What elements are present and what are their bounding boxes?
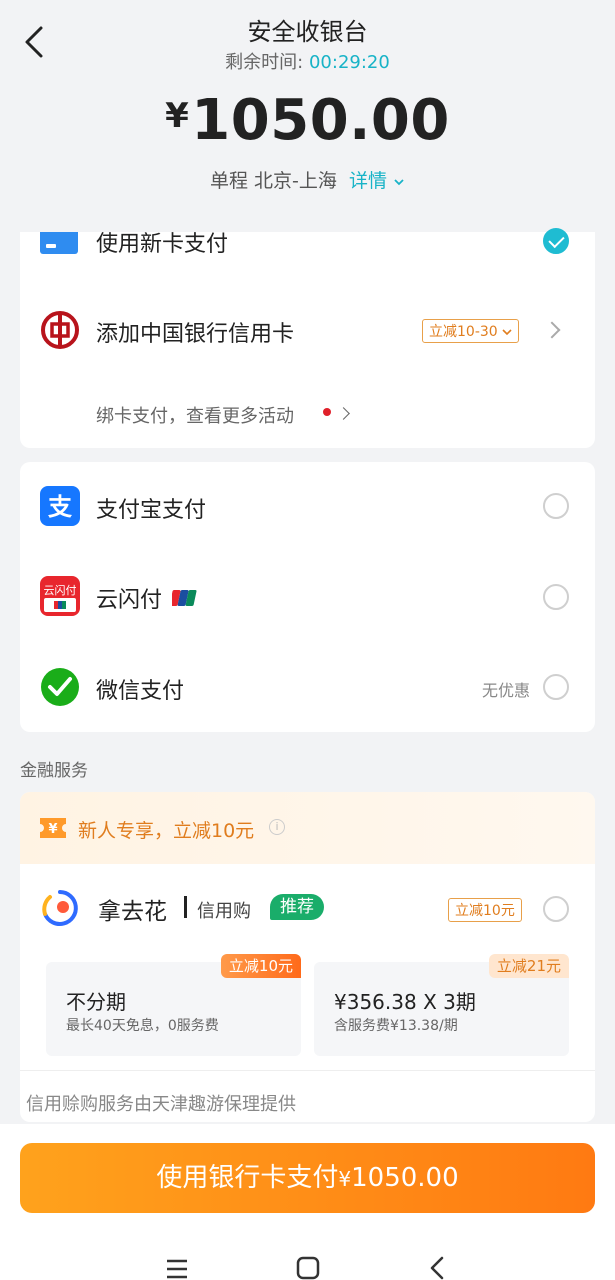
plan-discount-badge: 立减10元 [220, 954, 301, 978]
chevron-down-icon [394, 179, 404, 186]
third-party-payment-section: 支 支付宝支付 云闪付 云闪付 微信支付 无优惠 [20, 462, 595, 732]
trip-type: 单程 [209, 170, 248, 192]
pay-button[interactable]: 使用银行卡支付¥1050.00 [20, 1143, 595, 1213]
credit-promo-tag: 立减10元 [448, 898, 522, 922]
detail-label: 详情 [348, 170, 387, 192]
pay-button-currency: ¥ [338, 1167, 352, 1191]
credit-radio[interactable] [543, 896, 569, 922]
timer-value: 00:29:20 [308, 52, 390, 73]
alipay-icon: 支 [40, 486, 80, 526]
title-divider [184, 896, 187, 918]
chevron-down-icon [502, 329, 512, 336]
plan-title: 不分期 [66, 990, 126, 1014]
plan-subtitle: 含服务费¥13.38/期 [334, 1018, 458, 1034]
installment-plan-option[interactable]: 立减21元 ¥356.38 X 3期 含服务费¥13.38/期 [314, 954, 569, 1056]
countdown-timer: 剩余时间: 00:29:20 [0, 48, 615, 74]
quickpass-icon: 云闪付 [40, 576, 80, 616]
trip-summary: 单程 北京-上海 详情 [0, 166, 615, 193]
boc-card-label: 添加中国银行信用卡 [96, 322, 295, 347]
payment-option-label: 支付宝支付 [96, 498, 207, 523]
payment-option-label: 微信支付 [96, 679, 185, 704]
bank-card-section: 使用新卡支付 添加中国银行信用卡 立减10-30 绑卡支付，查看更多活动 [20, 228, 595, 448]
back-icon[interactable] [418, 1254, 458, 1280]
amount-currency: ¥ [165, 96, 190, 136]
payment-option-label: 云闪付 [96, 588, 163, 613]
new-card-radio[interactable] [543, 228, 569, 254]
payment-amount: ¥1050.00 [0, 88, 615, 153]
bank-card-icon [40, 232, 78, 254]
alipay-radio[interactable] [543, 493, 569, 519]
divider [20, 1070, 595, 1071]
plan-discount-badge: 立减21元 [488, 954, 569, 978]
wechat-radio[interactable] [543, 674, 569, 700]
info-icon[interactable]: i [269, 819, 285, 835]
provider-note: 信用赊购服务由天津趣游保理提供 [26, 1094, 296, 1115]
pay-button-amount: 1050.00 [351, 1163, 459, 1193]
bind-card-label: 绑卡支付，查看更多活动 [96, 406, 294, 427]
coupon-icon: ¥ [40, 818, 66, 838]
installment-plan-option[interactable]: 立减10元 不分期 最长40天免息，0服务费 [46, 954, 301, 1056]
unionpay-logo-icon [172, 590, 197, 606]
bottom-pay-bar: 使用银行卡支付¥1050.00 [0, 1124, 615, 1280]
unionpay-radio[interactable] [543, 584, 569, 610]
menu-icon[interactable] [157, 1254, 197, 1280]
detail-toggle[interactable]: 详情 [349, 170, 405, 192]
promo-banner: ¥ 新人专享，立减10元 i [20, 792, 595, 864]
boc-promo-tag[interactable]: 立减10-30 [422, 319, 520, 343]
cashier-header: 安全收银台 剩余时间: 00:29:20 ¥1050.00 单程 北京-上海 详… [0, 0, 615, 232]
home-icon[interactable] [288, 1254, 328, 1280]
finance-service-card: ¥ 新人专享，立减10元 i 拿去花 信用购 推荐 立减10元 立减10元 不分… [20, 792, 595, 1122]
chevron-right-icon [337, 407, 350, 420]
plan-title: ¥356.38 X 3期 [334, 990, 476, 1014]
naquhua-logo-icon [42, 890, 78, 926]
credit-product-name: 拿去花 [98, 899, 167, 925]
svg-text:¥: ¥ [48, 822, 57, 837]
trip-route: 北京-上海 [254, 170, 337, 192]
timer-label: 剩余时间: [225, 52, 304, 73]
credit-product-sub: 信用购 [197, 901, 251, 922]
pay-button-label: 使用银行卡支付 [156, 1163, 339, 1193]
payment-option-note: 无优惠 [482, 681, 531, 700]
bank-of-china-logo-icon [41, 311, 79, 349]
wechat-pay-icon [41, 668, 79, 706]
red-dot-badge [323, 408, 331, 416]
page-title: 安全收银台 [247, 18, 368, 46]
section-title: 金融服务 [20, 761, 88, 781]
amount-value: 1050.00 [191, 88, 450, 153]
svg-text:云闪付: 云闪付 [44, 583, 77, 597]
new-card-label: 使用新卡支付 [96, 232, 229, 257]
boc-promo-text: 立减10-30 [429, 324, 498, 340]
chevron-right-icon [543, 321, 561, 339]
promo-banner-text: 新人专享，立减10元 [78, 820, 255, 842]
svg-text:支: 支 [48, 493, 73, 521]
recommend-badge: 推荐 [270, 894, 324, 920]
plan-subtitle: 最长40天免息，0服务费 [66, 1018, 219, 1034]
